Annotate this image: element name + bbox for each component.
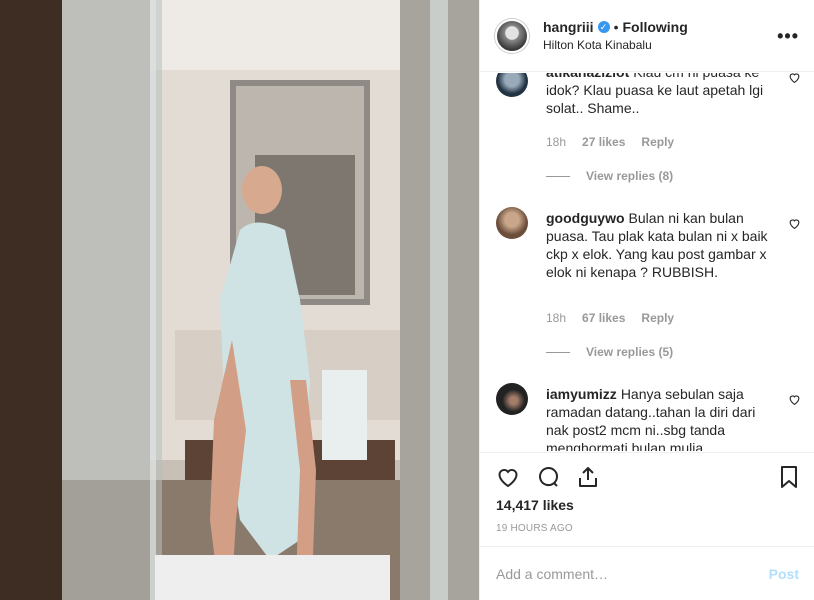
verified-badge-icon: ✓ xyxy=(597,21,610,34)
post-actions: 14,417 likes 19 HOURS AGO xyxy=(480,452,814,546)
comment-likes[interactable]: 27 likes xyxy=(582,135,625,149)
comment-age: 18h xyxy=(546,135,567,149)
comment-likes[interactable]: 67 likes xyxy=(582,311,625,325)
comment-bubble-icon[interactable] xyxy=(536,465,560,489)
bathroom-photo xyxy=(0,0,479,600)
author-avatar[interactable] xyxy=(495,18,529,53)
like-heart-icon[interactable] xyxy=(496,465,520,489)
view-replies-label: View replies (8) xyxy=(586,169,674,183)
like-comment-heart-icon[interactable] xyxy=(788,73,801,87)
commenter-avatar[interactable] xyxy=(496,383,528,415)
post-timestamp[interactable]: 19 HOURS AGO xyxy=(496,523,573,534)
post-photo[interactable] xyxy=(0,0,479,600)
follow-status-button[interactable]: Following xyxy=(622,19,687,36)
post-side-panel: hangriii ✓ • Following Hilton Kota Kinab… xyxy=(479,0,814,600)
reply-button[interactable]: Reply xyxy=(641,135,674,149)
commenter-username[interactable]: atikahaziziot xyxy=(546,73,629,80)
commenter-avatar[interactable] xyxy=(496,207,528,239)
add-comment-input[interactable] xyxy=(496,565,769,582)
post-comment-button[interactable]: Post xyxy=(769,566,799,582)
bookmark-icon[interactable] xyxy=(777,465,801,489)
likes-count[interactable]: 14,417 likes xyxy=(496,497,574,513)
post-header: hangriii ✓ • Following Hilton Kota Kinab… xyxy=(480,0,814,72)
view-replies-button[interactable]: View replies (8) xyxy=(546,169,673,183)
comments-list[interactable]: atikahaziziotKlau cm ni puasa ke idok? K… xyxy=(480,73,814,451)
comment-age: 18h xyxy=(546,311,567,325)
replies-line xyxy=(546,175,570,177)
like-comment-heart-icon[interactable] xyxy=(788,217,801,233)
replies-line xyxy=(546,351,570,353)
reply-button[interactable]: Reply xyxy=(641,311,674,325)
commenter-avatar[interactable] xyxy=(496,73,528,97)
author-username[interactable]: hangriii xyxy=(543,19,594,36)
view-replies-label: View replies (5) xyxy=(586,345,674,359)
separator-dot: • xyxy=(613,18,619,35)
comment-composer: Post xyxy=(480,546,814,600)
view-replies-button[interactable]: View replies (5) xyxy=(546,345,673,359)
post-location[interactable]: Hilton Kota Kinabalu xyxy=(543,38,688,52)
commenter-username[interactable]: iamyumizz xyxy=(546,386,617,402)
more-options-icon[interactable]: ••• xyxy=(777,26,799,47)
share-icon[interactable] xyxy=(576,465,600,489)
commenter-username[interactable]: goodguywo xyxy=(546,210,625,226)
like-comment-heart-icon[interactable] xyxy=(788,393,801,409)
